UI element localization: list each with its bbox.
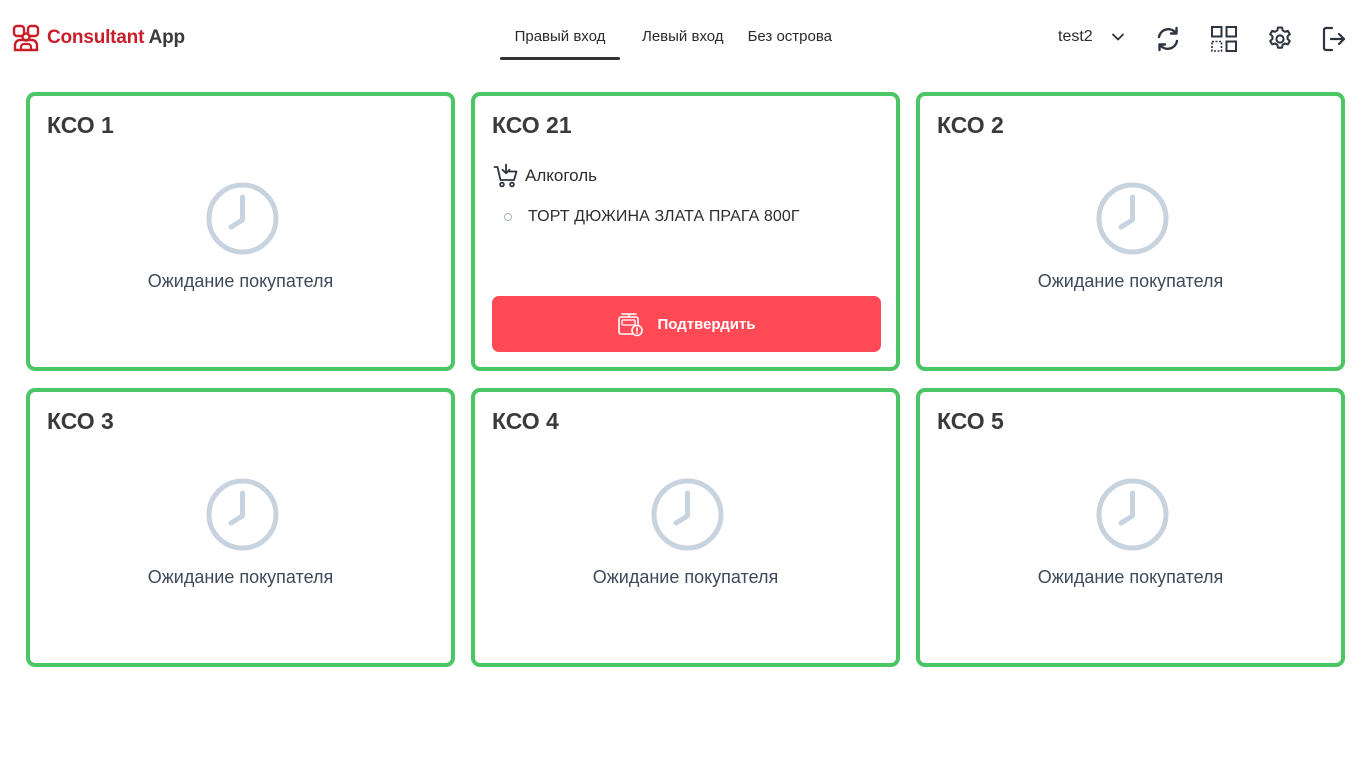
restriction-category: Алкоголь: [493, 163, 597, 189]
scale-warning-icon: [618, 313, 644, 337]
category-label: Алкоголь: [525, 166, 598, 185]
clock-icon: [651, 478, 724, 551]
cart-download-icon: [493, 163, 518, 188]
kso-card[interactable]: КСО 2 Ожидание покупателя: [916, 92, 1345, 371]
tab-label: Без острова: [747, 28, 833, 45]
kso-card-active[interactable]: КСО 21 Алкоголь ТОРТ ДЮЖИНА ЗЛАТА ПРАГА …: [471, 92, 900, 371]
settings-icon: [1269, 26, 1291, 49]
kso-status: Ожидание покупателя: [592, 567, 779, 587]
kso-card[interactable]: КСО 4 Ожидание покупателя: [471, 388, 900, 667]
kso-title: КСО 5: [937, 408, 1004, 434]
app-title-part1: Consultant: [47, 27, 145, 48]
confirm-button[interactable]: Подтвердить: [492, 296, 881, 352]
bullet-icon: [504, 213, 512, 221]
tab-label: Правый вход: [514, 28, 606, 45]
settings-button[interactable]: [1266, 25, 1294, 53]
qr-code-button[interactable]: [1210, 25, 1238, 53]
kso-status: Ожидание покупателя: [147, 271, 334, 291]
refresh-button[interactable]: [1154, 25, 1182, 53]
kso-title: КСО 3: [47, 408, 114, 434]
list-item: ТОРТ ДЮЖИНА ЗЛАТА ПРАГА 800Г: [504, 208, 800, 226]
tab-right-entrance[interactable]: Правый вход: [500, 0, 620, 60]
kso-title: КСО 4: [492, 408, 559, 434]
qr-code-icon: [1211, 26, 1237, 52]
app-title-part2: App: [148, 27, 186, 48]
kso-status: Ожидание покупателя: [1037, 271, 1224, 291]
app-logo[interactable]: Consultant App: [12, 24, 185, 52]
tab-label: Левый вход: [642, 28, 724, 45]
chevron-down-icon: [1111, 33, 1124, 41]
header: Consultant App Правый вход Левый вход Бе…: [0, 0, 1366, 76]
user-dropdown[interactable]: test2: [1058, 28, 1125, 46]
entrance-tabs: Правый вход Левый вход Без острова: [500, 0, 832, 60]
refresh-icon: [1157, 26, 1179, 52]
app-title: Consultant App: [47, 27, 185, 49]
user-name: test2: [1058, 28, 1093, 45]
logout-icon: [1322, 26, 1346, 52]
clock-icon: [206, 478, 279, 551]
logout-button[interactable]: [1320, 25, 1348, 53]
tab-left-entrance[interactable]: Левый вход: [642, 0, 724, 60]
clock-icon: [1096, 182, 1169, 255]
clock-icon: [206, 182, 279, 255]
kso-status: Ожидание покупателя: [147, 567, 334, 587]
kso-title: КСО 2: [937, 112, 1004, 138]
kso-card[interactable]: КСО 5 Ожидание покупателя: [916, 388, 1345, 667]
kso-card[interactable]: КСО 1 Ожидание покупателя: [26, 92, 455, 371]
kso-status: Ожидание покупателя: [1037, 567, 1224, 587]
kso-title: КСО 1: [47, 112, 114, 138]
tab-no-island[interactable]: Без острова: [748, 0, 832, 60]
kso-card[interactable]: КСО 3 Ожидание покупателя: [26, 388, 455, 667]
item-label: ТОРТ ДЮЖИНА ЗЛАТА ПРАГА 800Г: [528, 208, 800, 225]
clock-icon: [1096, 478, 1169, 551]
kso-title: КСО 21: [492, 112, 572, 138]
consultant-logo-icon: [12, 24, 40, 52]
confirm-label: Подтвердить: [657, 315, 756, 333]
